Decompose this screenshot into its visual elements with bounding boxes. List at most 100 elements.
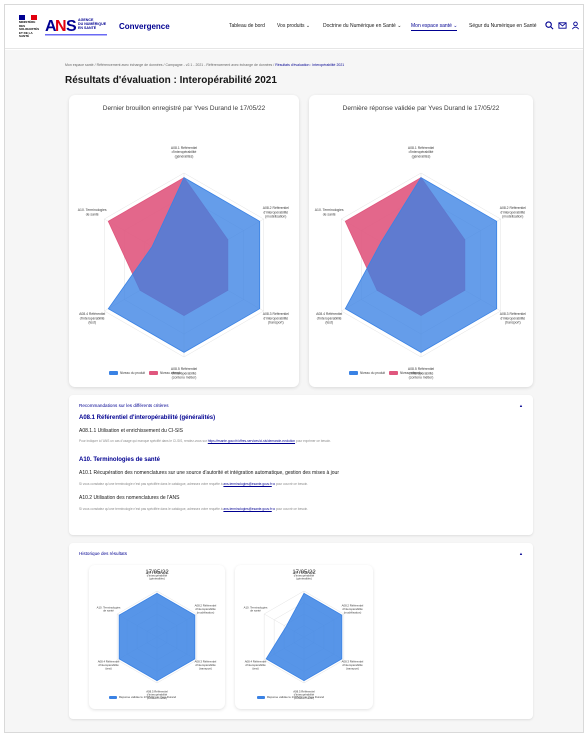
- radar-axis-label: A08.4 Référentiel d'interopérabilité (test…: [98, 660, 120, 671]
- radar-chart-validated: A08.1 Référentiel d'interopérabilité (géné…: [315, 146, 526, 380]
- radar-axis-label: A08.1 Référentiel d'interopérabilité (géné…: [408, 146, 434, 158]
- nav-segur[interactable]: Ségur du Numérique en Santé: [469, 23, 537, 29]
- legend-item-required[interactable]: Niveau attendu: [389, 371, 421, 375]
- external-link-icon: ⧉: [272, 507, 275, 511]
- radar-axis-label: A08.2 Référentiel d'interopérabilité (modé…: [500, 206, 526, 218]
- radar-axis-label: A08.4 Référentiel d'interopérabilité (test…: [79, 312, 105, 324]
- app-brand[interactable]: Convergence: [119, 22, 170, 31]
- radar-axis-label-line: (généralités): [296, 577, 312, 581]
- rf-logo-text: MINISTÈRE DES SOLIDARITÉS ET DE LA SANTÉ: [19, 20, 41, 39]
- text: pour exprimer ce besoin.: [295, 439, 332, 443]
- mail-icon[interactable]: [558, 21, 567, 30]
- chart-legend: Niveau du produit Niveau attendu: [349, 371, 421, 375]
- radar-axis-label-line: (généralités): [149, 577, 165, 581]
- collapse-icon[interactable]: ▲: [519, 551, 523, 556]
- terminologies-email-link[interactable]: ans-terminologies@esante.gouv.fr: [223, 482, 271, 486]
- legend-swatch: [389, 371, 398, 375]
- radar-axis-label: A08.1 Référentiel d'interopérabilité (géné…: [171, 146, 197, 158]
- radar-axis-label-line: (transport): [199, 666, 212, 670]
- radar-axis-label: A08.1 Référentiel d'interopérabilité (géné…: [146, 570, 168, 581]
- history-card[interactable]: 17/05/22 A08.1 Référentiel d'interopérabi…: [235, 565, 373, 709]
- radar-axis-label-line: (généralités): [412, 154, 431, 158]
- radar-axis-label-line: (transport): [346, 666, 359, 670]
- chart-legend: Niveau du produit Niveau attendu: [109, 371, 181, 375]
- legend-label: Réponse validée le 17/05/22 par Yves Dur…: [267, 695, 325, 699]
- recommendations-heading[interactable]: Recommandations sur les différents critè…: [79, 403, 169, 408]
- radar-axis-label: A08.3 Référentiel d'interopérabilité (tran…: [195, 660, 217, 671]
- legend-label: Niveau attendu: [400, 371, 422, 375]
- nav-vos-produits[interactable]: Vos produits ⌄: [277, 23, 310, 29]
- collapse-icon[interactable]: ▲: [519, 403, 523, 408]
- top-header: MINISTÈRE DES SOLIDARITÉS ET DE LA SANTÉ…: [5, 5, 583, 49]
- history-card[interactable]: 17/05/22 A08.1 Référentiel d'interopérabi…: [89, 565, 225, 709]
- breadcrumb-link[interactable]: Mon espace santé: [65, 63, 94, 67]
- nav-doctrine[interactable]: Doctrine du Numérique en Santé ⌄: [323, 23, 401, 29]
- radar-axis-label-line: (généralités): [175, 154, 194, 158]
- text: Pour indiquer à l'ANS un cas d'usage qui…: [79, 439, 207, 443]
- legend-item[interactable]: Réponse validée le 17/05/22 par Yves Dur…: [109, 695, 176, 699]
- svg-text:S: S: [66, 18, 77, 35]
- legend-item-product[interactable]: Niveau du produit: [109, 371, 145, 375]
- sub-criterion-title: A10.1 Récupération des nomenclatures sur…: [79, 470, 339, 476]
- radar-axis-label: A08.2 Référentiel d'interopérabilité (modé…: [342, 604, 364, 615]
- radar-axis-label: A10. Terminologies de santé: [97, 605, 121, 612]
- history-panel: Historique des résultats ▲ 17/05/22 A08.…: [69, 543, 533, 719]
- sub-criterion-title: A10.2 Utilisation des nomenclatures de l…: [79, 495, 180, 501]
- nav-tableau-de-bord[interactable]: Tableau de bord: [229, 23, 265, 29]
- search-icon[interactable]: [545, 21, 554, 30]
- terminologies-email-link[interactable]: ans-terminologies@esante.gouv.fr: [223, 507, 271, 511]
- chart-card-draft: Dernier brouillon enregistré par Yves Du…: [69, 95, 299, 387]
- recommendation-text: Si vous constatez qu'une terminologie n'…: [79, 507, 308, 511]
- criterion-title: A10. Terminologies de santé: [79, 457, 160, 463]
- ans-logo[interactable]: A N S AGENCE DU NUMÉRIQUE EN SANTÉ: [45, 14, 111, 40]
- legend-item-required[interactable]: Niveau attendu: [149, 371, 181, 375]
- recommendations-panel: Recommandations sur les différents critè…: [69, 395, 533, 535]
- legend-label: Niveau du produit: [120, 371, 145, 375]
- radar-axis-label-line: de santé: [323, 212, 336, 216]
- radar-axis-label: A08.4 Référentiel d'interopérabilité (test…: [245, 660, 267, 671]
- nav-mon-espace-sante[interactable]: Mon espace santé ⌄: [411, 23, 458, 31]
- radar-axis-label-line: (transport): [505, 320, 521, 324]
- chart-legend: Réponse validée le 17/05/22 par Yves Dur…: [109, 695, 176, 699]
- legend-swatch: [109, 371, 118, 375]
- republique-francaise-logo[interactable]: MINISTÈRE DES SOLIDARITÉS ET DE LA SANTÉ: [19, 15, 41, 39]
- legend-label: Niveau du produit: [360, 371, 385, 375]
- radar-axis-label: A10. Terminologies de santé: [244, 605, 268, 612]
- ans-logo-text: AGENCE DU NUMÉRIQUE EN SANTÉ: [78, 18, 106, 31]
- radar-axis-label: A08.2 Référentiel d'interopérabilité (modé…: [195, 604, 217, 615]
- user-icon[interactable]: [571, 21, 580, 30]
- app-window: MINISTÈRE DES SOLIDARITÉS ET DE LA SANTÉ…: [4, 4, 584, 733]
- criterion-title: A08.1 Référentiel d'interopérabilité (gé…: [79, 415, 216, 421]
- radar-axis-label-line: (test): [325, 320, 333, 324]
- breadcrumb-link[interactable]: Campagne - v2.1 - 2021 - Référencement a…: [165, 63, 272, 67]
- legend-swatch: [109, 695, 117, 699]
- svg-text:N: N: [55, 18, 67, 35]
- text: pour couvrir ce besoin.: [275, 482, 309, 486]
- legend-item-product[interactable]: Niveau du produit: [349, 371, 385, 375]
- legend-label: Réponse validée le 17/05/22 par Yves Dur…: [119, 695, 177, 699]
- text: Si vous constatez qu'une terminologie n'…: [79, 482, 223, 486]
- rf-line: ET DE LA SANTÉ: [19, 30, 33, 39]
- radar-axis-label: A08.3 Référentiel d'interopérabilité (tran…: [500, 312, 526, 324]
- radar-axis-label-line: (contenu métier): [409, 376, 434, 380]
- radar-axis-label-line: (test): [252, 666, 258, 670]
- recommendation-text: Pour indiquer à l'ANS un cas d'usage qui…: [79, 439, 331, 443]
- breadcrumb-link[interactable]: Référencement avec échange de données: [97, 63, 163, 67]
- ci-sis-link[interactable]: https://esante.gouv.fr/offres-services/c…: [208, 439, 295, 443]
- legend-item[interactable]: Réponse validée le 17/05/22 par Yves Dur…: [257, 695, 324, 699]
- sub-criterion-title: A08.1.1 Utilisation et enrichissement du…: [79, 428, 183, 434]
- text: pour couvrir ce besoin.: [275, 507, 309, 511]
- history-heading[interactable]: Historique des résultats: [79, 551, 127, 556]
- page-title: Résultats d'évaluation : Interopérabilit…: [65, 75, 277, 86]
- radar-axis-label-line: (test): [88, 320, 96, 324]
- ans-line: EN SANTÉ: [78, 26, 97, 31]
- radar-axis-label: A08.3 Référentiel d'interopérabilité (tran…: [263, 312, 289, 324]
- radar-axis-label-line: (modélisation): [502, 214, 523, 218]
- radar-axis-label: A08.3 Référentiel d'interopérabilité (tran…: [342, 660, 364, 671]
- radar-axis-label-line: (transport): [268, 320, 284, 324]
- radar-axis-label-line: (test): [105, 666, 111, 670]
- legend-swatch: [349, 371, 358, 375]
- text: Si vous constatez qu'une terminologie n'…: [79, 507, 223, 511]
- radar-axis-label: A08.4 Référentiel d'interopérabilité (test…: [316, 312, 342, 324]
- radar-axis-label-line: (modélisation): [265, 214, 286, 218]
